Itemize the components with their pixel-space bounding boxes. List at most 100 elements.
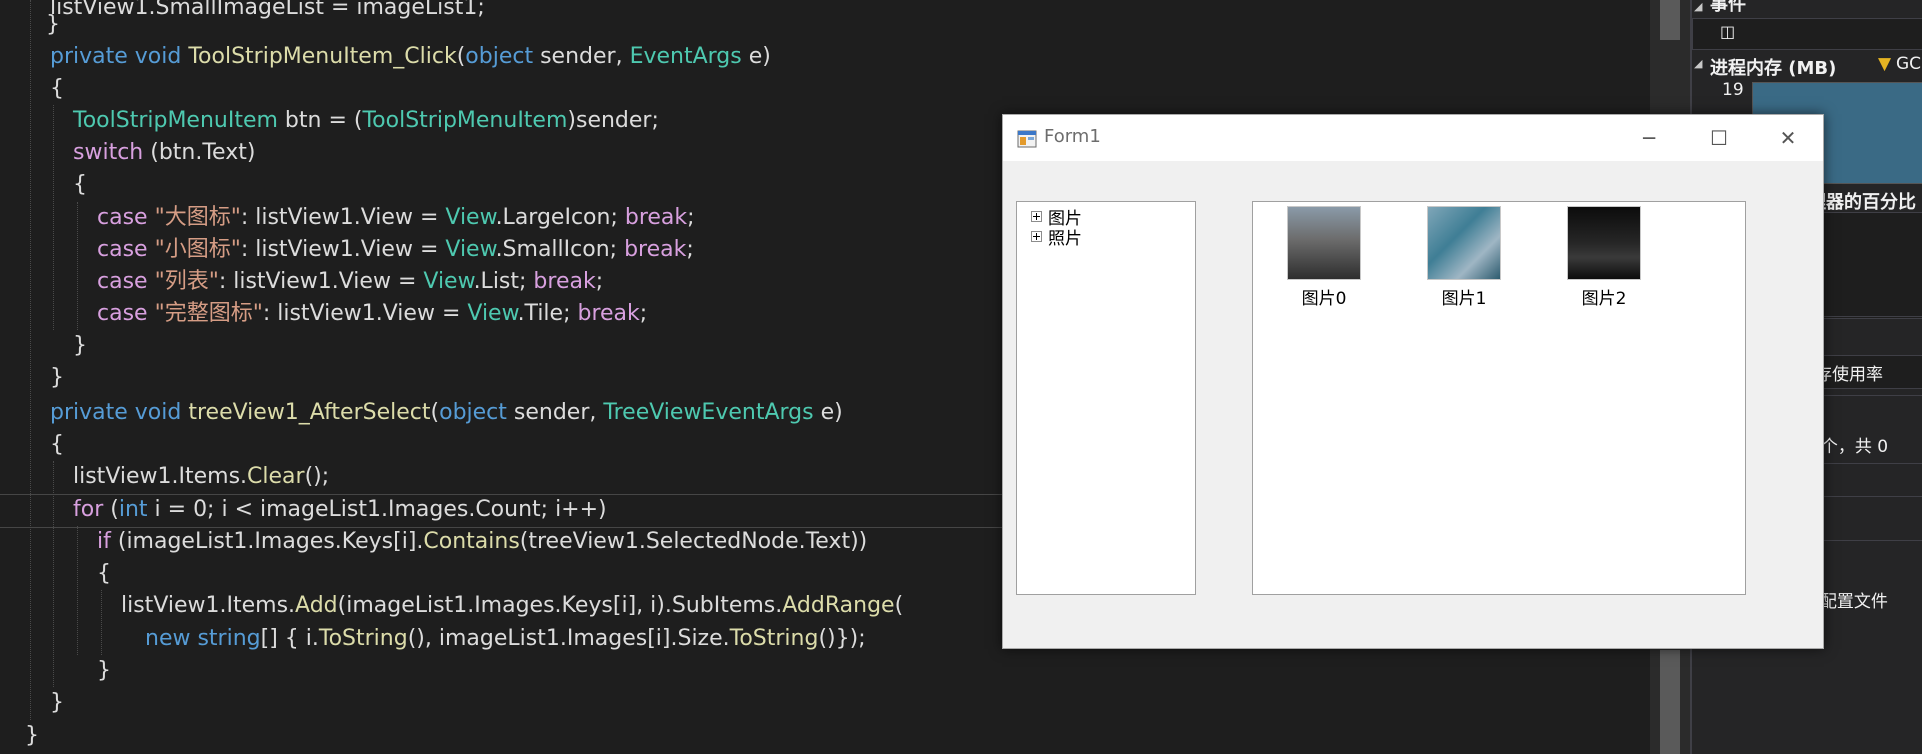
code-token: case (97, 237, 155, 262)
code-token: switch (73, 140, 151, 165)
code-line[interactable]: switch (btn.Text) (73, 137, 255, 169)
code-token: (imageList1.Images.Keys[i], i).SubItems. (337, 593, 783, 618)
code-line[interactable]: listView1.SmallImageList = imageList1; (50, 0, 485, 24)
minimize-button[interactable]: ─ (1614, 115, 1684, 161)
code-line[interactable]: { (50, 73, 64, 105)
code-line[interactable]: } (50, 362, 64, 394)
code-token: { (97, 561, 111, 586)
code-token: View (445, 237, 496, 262)
code-token: Clear (247, 464, 305, 489)
list-item[interactable]: 图片1 (1414, 206, 1514, 309)
code-token: (); (304, 464, 330, 489)
tree-view[interactable]: 图片 照片 (1016, 201, 1196, 595)
code-line[interactable]: case "小图标": listView1.View = View.SmallI… (97, 234, 694, 266)
code-token: (btn.Text) (150, 140, 256, 165)
code-line[interactable]: if (imageList1.Images.Keys[i].Contains(t… (97, 526, 867, 558)
code-token: Contains (423, 529, 520, 554)
code-token: EventArgs (629, 44, 749, 69)
code-token: } (25, 723, 39, 748)
code-token: .SmallIcon; (495, 237, 625, 262)
code-token: for (73, 497, 111, 522)
code-token: case (97, 269, 155, 294)
code-token: { (50, 432, 64, 457)
code-token: break (533, 269, 596, 294)
code-line[interactable]: listView1.Items.Clear(); (73, 461, 329, 493)
expand-plus-icon[interactable] (1031, 230, 1042, 242)
code-token: case (97, 205, 155, 230)
code-token: void (134, 400, 189, 425)
code-token: View (445, 205, 496, 230)
code-line[interactable]: { (50, 429, 64, 461)
code-line[interactable]: { (73, 169, 87, 201)
code-token: i = 0; i < imageList1.Images.Count; i++) (154, 497, 607, 522)
indent-guide (30, 0, 31, 720)
code-token: listView1.Items. (73, 464, 248, 489)
list-item[interactable]: 图片2 (1554, 206, 1654, 309)
code-token: .Tile; (517, 301, 578, 326)
code-line[interactable]: listView1.Items.Add(imageList1.Images.Ke… (121, 590, 903, 622)
code-token: sender, (540, 44, 630, 69)
code-token: : listView1.View = (240, 237, 446, 262)
code-token: ToolStripMenuItem (362, 108, 568, 133)
code-line[interactable]: private void treeView1_AfterSelect(objec… (50, 397, 843, 429)
indent-guide (53, 461, 54, 687)
code-line[interactable]: { (97, 558, 111, 590)
code-line[interactable]: case "大图标": listView1.View = View.LargeI… (97, 202, 695, 234)
window-title: Form1 (1044, 126, 1101, 147)
events-section-title[interactable]: 事件 (1710, 0, 1746, 16)
pause-icon[interactable]: ◫ (1720, 22, 1735, 41)
process-memory-title: 进程内存 (MB) (1710, 58, 1837, 79)
maximize-button[interactable]: ☐ (1684, 115, 1754, 161)
code-line[interactable]: case "完整图标": listView1.View = View.Tile;… (97, 298, 647, 330)
list-item-label: 图片1 (1441, 289, 1487, 309)
code-line[interactable]: new string[] { i.ToString(), imageList1.… (145, 623, 866, 655)
form1-window: Form1 ─ ☐ ✕ 图片 照片 图片0 图片1 图片2 (1002, 114, 1824, 649)
code-token: listView1.SmallImageList = imageList1; (50, 0, 485, 20)
code-token: ToString (318, 626, 408, 651)
code-token: case (97, 301, 155, 326)
code-token: int (118, 497, 155, 522)
code-token: } (97, 658, 111, 683)
code-token: View (423, 269, 474, 294)
title-bar[interactable]: Form1 ─ ☐ ✕ (1003, 115, 1823, 161)
code-line[interactable]: } (97, 655, 111, 687)
list-item-label: 图片0 (1301, 289, 1347, 309)
code-line[interactable]: } (46, 9, 60, 41)
code-token: break (577, 301, 640, 326)
code-token: ; (687, 205, 695, 230)
code-line[interactable]: for (int i = 0; i < imageList1.Images.Co… (73, 494, 607, 526)
code-line[interactable]: } (25, 720, 39, 752)
code-token: btn = ( (284, 108, 363, 133)
code-token: (), imageList1.Images[i].Size. (407, 626, 730, 651)
list-view[interactable]: 图片0 图片1 图片2 (1252, 201, 1746, 595)
code-token: string (197, 626, 261, 651)
code-line[interactable]: ToolStripMenuItem btn = (ToolStripMenuIt… (73, 105, 659, 137)
tree-node[interactable]: 照片 (1031, 226, 1082, 249)
code-token: ; (595, 269, 604, 294)
code-token: TreeViewEventArgs (603, 400, 821, 425)
collapse-triangle-icon[interactable]: ◢ (1694, 0, 1702, 13)
scrollbar-marker (1660, 0, 1680, 40)
code-token: ; (686, 237, 694, 262)
form-app-icon (1017, 130, 1037, 148)
code-token: void (134, 44, 189, 69)
indent-guide (77, 202, 78, 330)
code-line[interactable]: case "列表": listView1.View = View.List; b… (97, 266, 603, 298)
image-thumbnail (1287, 206, 1361, 280)
code-token: View (467, 301, 518, 326)
collapse-triangle-icon[interactable]: ◢ (1694, 57, 1702, 70)
code-token: ; (639, 301, 648, 326)
close-button[interactable]: ✕ (1753, 115, 1823, 161)
code-token: e) (820, 400, 843, 425)
code-token: .LargeIcon; (495, 205, 625, 230)
code-token: { (73, 172, 87, 197)
code-line[interactable]: } (73, 330, 87, 362)
code-token: break (624, 205, 688, 230)
list-item[interactable]: 图片0 (1274, 206, 1374, 309)
expand-plus-icon[interactable] (1031, 210, 1042, 222)
indent-guide (53, 105, 54, 330)
code-line[interactable]: } (50, 687, 64, 719)
scrollbar-thumb[interactable] (1660, 650, 1680, 754)
code-line[interactable]: private void ToolStripMenuItem_Click(obj… (50, 41, 771, 73)
code-token: listView1.Items. (121, 593, 296, 618)
